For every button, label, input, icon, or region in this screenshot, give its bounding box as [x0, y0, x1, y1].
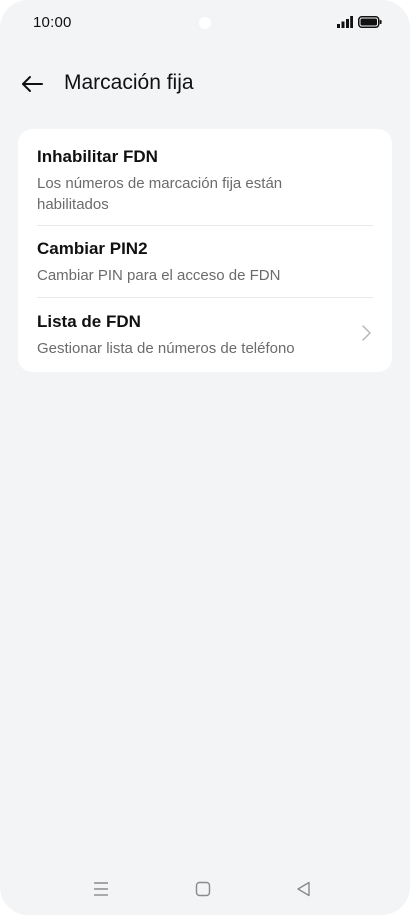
menu-icon[interactable] — [91, 879, 111, 899]
fdn-list-item[interactable]: Lista de FDN Gestionar lista de números … — [18, 298, 392, 372]
camera-cutout — [199, 17, 211, 29]
back-triangle-icon[interactable] — [294, 879, 314, 899]
chevron-right-icon — [362, 325, 371, 341]
page-title: Marcación fija — [64, 71, 194, 94]
home-square-icon[interactable] — [193, 879, 213, 899]
change-pin2-subtitle: Cambiar PIN para el acceso de FDN — [37, 267, 281, 284]
disable-fdn-subtitle: Los números de marcación fija están habi… — [37, 175, 283, 213]
phone-screen: 10:00 Marcación fija Inhabilitar FDN Los… — [0, 0, 410, 915]
change-pin2-item[interactable]: Cambiar PIN2 Cambiar PIN para el acceso … — [18, 226, 392, 297]
signal-icon — [337, 16, 353, 28]
app-header: Marcación fija — [0, 60, 410, 108]
change-pin2-title: Cambiar PIN2 — [37, 239, 148, 258]
disable-fdn-item[interactable]: Inhabilitar FDN Los números de marcación… — [18, 129, 392, 225]
status-time: 10:00 — [33, 14, 72, 31]
fdn-list-title: Lista de FDN — [37, 312, 141, 331]
status-bar: 10:00 — [0, 0, 410, 48]
battery-icon — [358, 16, 382, 28]
fdn-settings-card: Inhabilitar FDN Los números de marcación… — [18, 129, 392, 372]
arrow-left-icon[interactable] — [18, 70, 46, 98]
navigation-bar — [0, 870, 410, 910]
fdn-list-subtitle: Gestionar lista de números de teléfono — [37, 340, 295, 357]
disable-fdn-title: Inhabilitar FDN — [37, 147, 158, 166]
